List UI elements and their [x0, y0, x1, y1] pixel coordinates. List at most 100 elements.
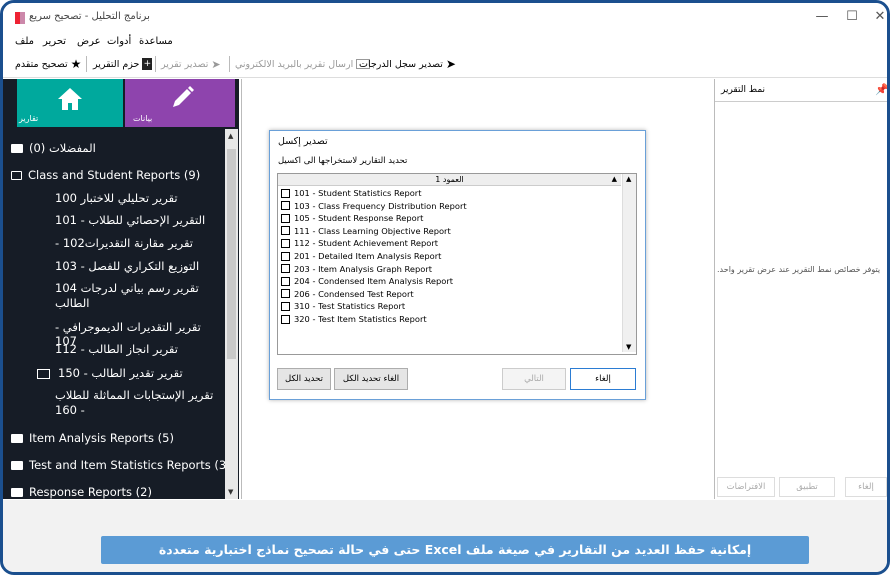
report-checkbox-row[interactable]: 206 - Condensed Test Report: [281, 289, 414, 299]
export-grades-button[interactable]: ➤ تصدير سجل الدرجات: [359, 56, 456, 72]
tree-item-104[interactable]: تقرير رسم بياني لدرجات 104: [55, 281, 199, 295]
tree-class-student-label: Class and Student Reports (9): [28, 168, 201, 182]
data-tile[interactable]: بيانات: [125, 79, 235, 127]
report-tree: (0) المفضلات Class and Student Reports (…: [3, 129, 231, 499]
report-checkbox-row[interactable]: 201 - Detailed Item Analysis Report: [281, 251, 441, 261]
folder-open-icon: [11, 171, 22, 180]
menu-edit[interactable]: تحرير: [43, 36, 66, 47]
checkbox[interactable]: [281, 289, 290, 299]
reports-tile[interactable]: تقارير: [17, 79, 123, 127]
next-button[interactable]: التالي: [502, 368, 566, 390]
report-row-label: 111 - Class Learning Objective Report: [294, 225, 451, 236]
tree-item-analysis-label: Item Analysis Reports (5): [29, 431, 174, 445]
report-checkbox-row[interactable]: 204 - Condensed Item Analysis Report: [281, 276, 453, 286]
report-checkbox-row[interactable]: 310 - Test Statistics Report: [281, 301, 405, 311]
report-checkbox-row[interactable]: 203 - Item Analysis Graph Report: [281, 264, 432, 274]
dialog-subtitle: تحديد التقارير لاستخراجها الى اكسيل: [278, 156, 408, 166]
panel-cancel-button[interactable]: إلغاء: [845, 477, 887, 497]
tree-item-103[interactable]: التوزيع التكراري للفصل - 103: [55, 259, 199, 273]
tree-test-item-stats-label: Test and Item Statistics Reports (3): [29, 458, 231, 472]
tree-favorites-label: (0) المفضلات: [29, 141, 96, 155]
send-arrow-icon: ➤: [211, 57, 221, 71]
advanced-grading-button[interactable]: ★ تصحيح متقدم: [15, 56, 81, 72]
tree-item-100[interactable]: تقرير تحليلي للاختبار 100: [55, 191, 178, 205]
menu-file[interactable]: ملف: [15, 36, 34, 47]
report-checkbox-row[interactable]: 111 - Class Learning Objective Report: [281, 226, 451, 236]
caption-banner: إمكانية حفظ العديد من التقارير في صيغة م…: [101, 536, 809, 564]
folder-icon: [11, 461, 23, 470]
tree-favorites[interactable]: (0) المفضلات: [11, 141, 96, 155]
menu-view[interactable]: عرض: [77, 36, 101, 47]
tree-item-112[interactable]: تقرير انجاز الطالب - 112: [55, 342, 178, 356]
select-all-button[interactable]: تحديد الكل: [277, 368, 331, 390]
tree-test-item-stats[interactable]: Test and Item Statistics Reports (3): [11, 458, 231, 472]
menu-help[interactable]: مساعدة: [139, 36, 173, 47]
list-column-header[interactable]: العمود 1 ▲: [278, 174, 621, 186]
dialog-title: تصدير إكسل: [278, 136, 328, 147]
tree-item-150[interactable]: تقرير تقدير الطالب - 150: [37, 366, 183, 380]
close-button[interactable]: ✕: [867, 7, 887, 27]
checkbox[interactable]: [281, 251, 290, 261]
defaults-button[interactable]: الافتراضات: [717, 477, 775, 497]
send-email-button[interactable]: ارسال تقرير بالبريد الالكتروني: [235, 56, 371, 72]
report-row-label: 320 - Test Item Statistics Report: [294, 314, 427, 324]
window-title: برنامج التحليل - تصحيح سريع: [29, 11, 150, 22]
report-checkbox-row[interactable]: 103 - Class Frequency Distribution Repor…: [281, 201, 467, 211]
tree-class-student[interactable]: Class and Student Reports (9): [11, 168, 200, 182]
add-file-icon: +: [142, 58, 153, 70]
scroll-down-icon[interactable]: ▼: [228, 488, 233, 496]
checkbox[interactable]: [281, 226, 290, 236]
toolbar-separator: [155, 56, 156, 72]
tree-scrollbar-thumb[interactable]: [227, 149, 236, 359]
tree-item-160-cont: 160 -: [55, 403, 85, 417]
cancel-button[interactable]: إلغاء: [570, 368, 636, 390]
report-checkbox-row[interactable]: 105 - Student Response Report: [281, 213, 423, 223]
checkbox[interactable]: [281, 301, 290, 311]
list-scrollbar[interactable]: ▲ ▼: [622, 174, 636, 352]
minimize-button[interactable]: —: [809, 7, 835, 27]
data-tile-label: بيانات: [133, 114, 153, 123]
report-listbox[interactable]: العمود 1 ▲ 101 - Student Statistics Repo…: [277, 173, 637, 355]
menu-tools[interactable]: أدوات: [107, 36, 131, 47]
deselect-all-button[interactable]: الغاء تحديد الكل: [334, 368, 408, 390]
scroll-up-icon[interactable]: ▲: [626, 175, 631, 183]
tree-item-analysis[interactable]: Item Analysis Reports (5): [11, 431, 174, 445]
checkbox[interactable]: [281, 201, 290, 211]
report-row-label: 101 - Student Statistics Report: [294, 188, 422, 198]
apply-button[interactable]: تطبيق: [779, 477, 835, 497]
checkbox[interactable]: [281, 276, 290, 286]
report-checkbox-row[interactable]: 320 - Test Item Statistics Report: [281, 314, 427, 324]
checkbox[interactable]: [281, 314, 290, 324]
checkbox[interactable]: [281, 264, 290, 274]
checkbox[interactable]: [281, 213, 290, 223]
folder-icon: [11, 144, 23, 153]
maximize-button[interactable]: ☐: [839, 7, 865, 27]
toolbar-separator: [86, 56, 87, 72]
pin-icon[interactable]: 📌: [875, 83, 887, 96]
report-bundle-button[interactable]: + حزم التقرير: [93, 56, 153, 72]
folder-icon: [11, 488, 23, 497]
sort-up-icon: ▲: [611, 175, 617, 183]
left-panel: تقارير بيانات (0) المفضلات Class and Stu…: [3, 79, 239, 499]
menu-bar: ملف تحرير عرض أدوات مساعدة: [3, 33, 887, 51]
export-report-button[interactable]: ➤ تصدير تقرير: [161, 56, 221, 72]
advanced-grading-label: تصحيح متقدم: [15, 58, 68, 70]
tree-item-101[interactable]: التقرير الإحصائي للطلاب - 101: [55, 213, 205, 227]
scroll-up-icon[interactable]: ▲: [228, 132, 233, 140]
mail-icon: [37, 368, 50, 379]
checkbox[interactable]: [281, 188, 290, 198]
tree-item-160[interactable]: تقرير الإستجابات المماثلة للطلاب: [55, 388, 213, 402]
send-email-label: ارسال تقرير بالبريد الالكتروني: [235, 58, 354, 70]
report-checkbox-row[interactable]: 101 - Student Statistics Report: [281, 188, 421, 198]
toolbar-separator: [229, 56, 230, 72]
report-checkbox-row[interactable]: 112 - Student Achievement Report: [281, 238, 438, 248]
folder-icon: [11, 434, 23, 443]
home-icon: [58, 88, 82, 110]
tree-scrollbar[interactable]: ▲ ▼: [225, 129, 238, 499]
checkbox[interactable]: [281, 238, 290, 248]
tree-response[interactable]: Response Reports (2): [11, 485, 152, 499]
scroll-down-icon[interactable]: ▼: [626, 343, 631, 351]
report-row-label: 310 - Test Statistics Report: [294, 301, 406, 312]
report-style-header: نمط التقرير 📌: [715, 79, 887, 102]
tree-item-102[interactable]: تقرير مقارنة التقديرات102 -: [55, 236, 193, 250]
